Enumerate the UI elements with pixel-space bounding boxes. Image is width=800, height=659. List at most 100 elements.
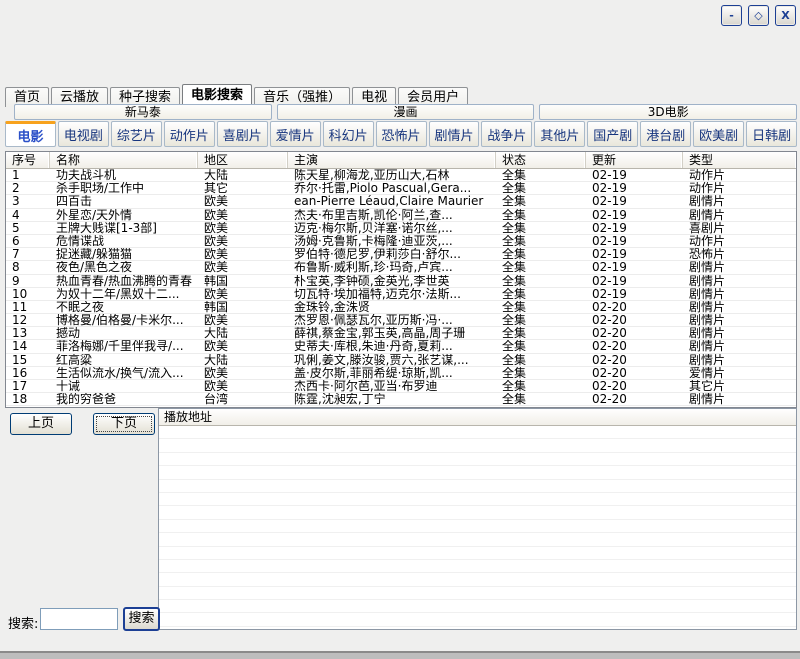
table-row[interactable]: 7捉迷藏/躲猫猫欧美罗伯特·德尼罗,伊莉莎白·舒尔...全集02-19恐怖片 (6, 248, 796, 261)
category-scifi[interactable]: 科幻片 (323, 121, 374, 147)
section-tab-manhua[interactable]: 漫画 (277, 104, 535, 120)
table-row[interactable]: 10为奴十二年/黑奴十二...欧美切瓦特·埃加福特,迈克尔·法斯...全集02-… (6, 288, 796, 301)
table-row[interactable]: 8夜色/黑色之夜欧美布鲁斯·威利斯,珍·玛奇,卢宾...全集02-19剧情片 (6, 261, 796, 274)
minimize-button[interactable]: - (721, 5, 742, 26)
play-address-empty-row (159, 466, 796, 479)
prev-page-button[interactable]: 上页 (10, 413, 72, 435)
table-row[interactable]: 13撼动大陆薛祺,蔡金宝,郭玉英,高晶,周子珊全集02-20剧情片 (6, 327, 796, 340)
cell-status: 全集 (496, 248, 586, 261)
cell-region: 欧美 (198, 261, 288, 274)
play-address-empty-row (159, 533, 796, 546)
table-row[interactable]: 16生活似流水/换气/流入...欧美盖·皮尔斯,菲丽希缇·琼斯,凯...全集02… (6, 367, 796, 380)
column-header-genre[interactable]: 类型 (683, 152, 796, 168)
section-tab-xin-ma-tai[interactable]: 新马泰 (14, 104, 272, 120)
search-button[interactable]: 搜索 (123, 607, 160, 631)
category-other[interactable]: 其他片 (534, 121, 585, 147)
column-header-title[interactable]: 名称 (50, 152, 198, 168)
column-header-updated[interactable]: 更新 (586, 152, 683, 168)
category-hk-tw-series[interactable]: 港台剧 (640, 121, 691, 147)
category-action[interactable]: 动作片 (164, 121, 215, 147)
cell-title: 不眠之夜 (50, 301, 198, 314)
category-western-series[interactable]: 欧美剧 (693, 121, 744, 147)
section-tab-3d-movie[interactable]: 3D电影 (539, 104, 797, 120)
cell-index: 2 (6, 182, 50, 195)
category-jp-kr-series[interactable]: 日韩剧 (746, 121, 797, 147)
cell-updated: 02-20 (586, 380, 683, 393)
cell-updated: 02-20 (586, 301, 683, 314)
cell-index: 18 (6, 393, 50, 406)
cell-region: 大陆 (198, 354, 288, 367)
cell-updated: 02-19 (586, 288, 683, 301)
cell-genre: 剧情片 (683, 288, 796, 301)
category-romance[interactable]: 爱情片 (270, 121, 321, 147)
table-row[interactable]: 1功夫战斗机大陆陈天星,柳海龙,亚历山大,石林全集02-19动作片 (6, 169, 796, 182)
play-address-empty-row (159, 560, 796, 573)
play-address-empty-row (159, 547, 796, 560)
table-row[interactable]: 4外星恋/天外情欧美杰夫·布里吉斯,凯伦·阿兰,查...全集02-19剧情片 (6, 209, 796, 222)
cell-genre: 剧情片 (683, 340, 796, 353)
table-row[interactable]: 14菲洛梅娜/千里伴我寻/...欧美史蒂夫·库根,朱迪·丹奇,夏莉...全集02… (6, 340, 796, 353)
category-variety[interactable]: 综艺片 (111, 121, 162, 147)
next-page-button[interactable]: 下页 (93, 413, 155, 435)
category-tv-series[interactable]: 电视剧 (58, 121, 109, 147)
category-horror[interactable]: 恐怖片 (376, 121, 427, 147)
table-row[interactable]: 17十诫欧美杰西卡·阿尔芭,亚当·布罗迪全集02-20其它片 (6, 380, 796, 393)
cell-title: 菲洛梅娜/千里伴我寻/... (50, 340, 198, 353)
cell-cast: 罗伯特·德尼罗,伊莉莎白·舒尔... (288, 248, 496, 261)
table-row[interactable]: 2杀手职场/工作中其它乔尔·托雷,Piolo Pascual,Gera...全集… (6, 182, 796, 195)
close-button[interactable]: X (775, 5, 796, 26)
cell-updated: 02-20 (586, 327, 683, 340)
play-address-empty-row (159, 453, 796, 466)
cell-index: 14 (6, 340, 50, 353)
cell-genre: 剧情片 (683, 301, 796, 314)
cell-cast: 陈天星,柳海龙,亚历山大,石林 (288, 169, 496, 182)
cell-status: 全集 (496, 314, 586, 327)
cell-updated: 02-20 (586, 340, 683, 353)
table-row[interactable]: 12博格曼/伯格曼/卡米尔...欧美杰罗恩·佩瑟瓦尔,亚历斯·冯·...全集02… (6, 314, 796, 327)
cell-cast: 杰罗恩·佩瑟瓦尔,亚历斯·冯·... (288, 314, 496, 327)
cell-genre: 剧情片 (683, 393, 796, 406)
category-war[interactable]: 战争片 (481, 121, 532, 147)
table-row[interactable]: 11不眠之夜韩国金珠铃,金洙贤全集02-20剧情片 (6, 301, 796, 314)
category-domestic-series[interactable]: 国产剧 (587, 121, 638, 147)
table-row[interactable]: 9热血青春/热血沸腾的青春韩国朴宝英,李钟硕,金英光,李世英全集02-19剧情片 (6, 275, 796, 288)
cell-index: 8 (6, 261, 50, 274)
column-header-index[interactable]: 序号 (6, 152, 50, 168)
cell-status: 全集 (496, 209, 586, 222)
play-address-empty-row (159, 573, 796, 586)
category-drama[interactable]: 剧情片 (429, 121, 480, 147)
table-row[interactable]: 18我的穷爸爸台湾陈霆,沈昶宏,丁宁全集02-20剧情片 (6, 393, 796, 406)
cell-updated: 02-20 (586, 314, 683, 327)
cell-updated: 02-19 (586, 275, 683, 288)
column-header-status[interactable]: 状态 (496, 152, 586, 168)
search-input[interactable] (40, 608, 118, 630)
cell-title: 杀手职场/工作中 (50, 182, 198, 195)
table-row[interactable]: 15红高粱大陆巩俐,姜文,滕汝骏,贾六,张艺谋,...全集02-20剧情片 (6, 354, 796, 367)
window-controls: - ◇ X (721, 5, 796, 26)
category-movie[interactable]: 电影 (5, 121, 56, 147)
category-row: 电影电视剧综艺片动作片喜剧片爱情片科幻片恐怖片剧情片战争片其他片国产剧港台剧欧美… (5, 121, 797, 147)
cell-genre: 剧情片 (683, 209, 796, 222)
column-header-region[interactable]: 地区 (198, 152, 288, 168)
cell-status: 全集 (496, 288, 586, 301)
cell-status: 全集 (496, 380, 586, 393)
cell-status: 全集 (496, 182, 586, 195)
cell-title: 撼动 (50, 327, 198, 340)
play-address-list[interactable] (159, 426, 796, 627)
cell-index: 4 (6, 209, 50, 222)
cell-genre: 剧情片 (683, 354, 796, 367)
movie-table: 序号名称地区主演状态更新类型 1功夫战斗机大陆陈天星,柳海龙,亚历山大,石林全集… (5, 151, 797, 408)
movie-table-body: 1功夫战斗机大陆陈天星,柳海龙,亚历山大,石林全集02-19动作片2杀手职场/工… (6, 169, 796, 406)
cell-status: 全集 (496, 354, 586, 367)
column-header-cast[interactable]: 主演 (288, 152, 496, 168)
category-comedy[interactable]: 喜剧片 (217, 121, 268, 147)
cell-index: 10 (6, 288, 50, 301)
table-row[interactable]: 5王牌大贱谍[1-3部]欧美迈克·梅尔斯,贝洋塞·诺尔丝,...全集02-19喜… (6, 222, 796, 235)
cell-updated: 02-19 (586, 222, 683, 235)
restore-button[interactable]: ◇ (748, 5, 769, 26)
table-row[interactable]: 6危情谍战欧美汤姆·克鲁斯,卡梅隆·迪亚茨,...全集02-19动作片 (6, 235, 796, 248)
cell-genre: 动作片 (683, 182, 796, 195)
table-row[interactable]: 3四百击欧美ean-Pierre Léaud,Claire Maurier全集0… (6, 195, 796, 208)
cell-cast: 布鲁斯·威利斯,珍·玛奇,卢宾... (288, 261, 496, 274)
cell-updated: 02-19 (586, 261, 683, 274)
